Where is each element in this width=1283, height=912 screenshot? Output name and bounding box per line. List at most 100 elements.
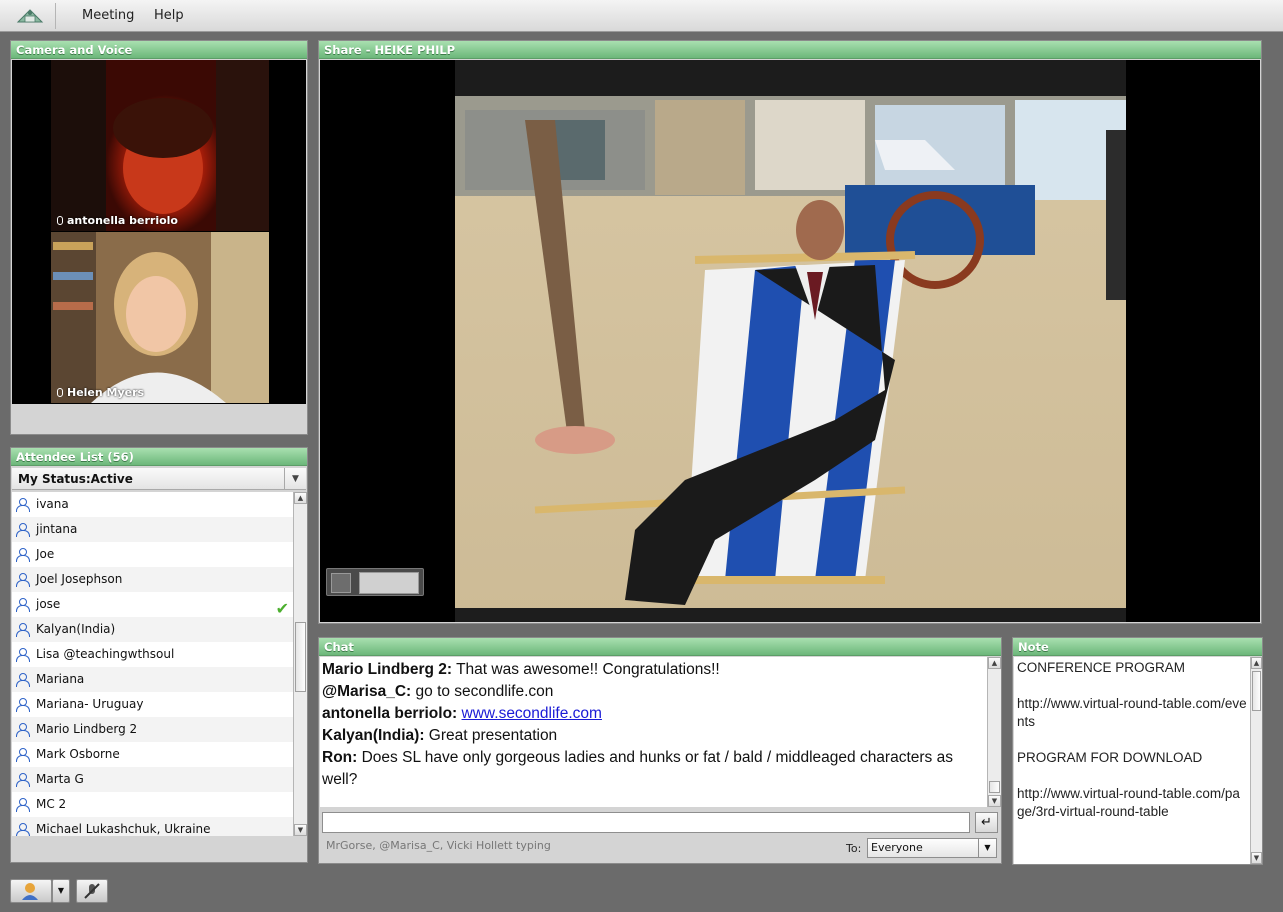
video-antonella[interactable]: antonella berriolo [51,60,269,231]
attendee-row[interactable]: Marta G [12,767,293,792]
user-icon [16,748,30,762]
recipient-dropdown[interactable]: Everyone ▼ [867,838,997,858]
scroll-down-icon[interactable]: ▼ [1251,852,1262,864]
chat-text: That was awesome!! Congratulations!! [456,661,720,678]
user-icon [16,798,30,812]
scroll-thumb[interactable] [1252,671,1261,711]
sl-viewer-topbar [455,60,1126,96]
chevron-down-icon[interactable]: ▼ [284,468,306,489]
chat-message: Mario Lindberg 2: That was awesome!! Con… [322,659,985,681]
attendee-name: Mario Lindberg 2 [36,722,138,736]
chat-log: Mario Lindberg 2: That was awesome!! Con… [320,657,987,807]
attendee-row[interactable]: Lisa @teachingwthsoul [12,642,293,667]
user-icon [16,598,30,612]
user-icon [16,548,30,562]
attendee-name: Lisa @teachingwthsoul [36,647,175,661]
user-icon [16,523,30,537]
sl-viewer-bottombar [455,608,1126,622]
attendee-name: MC 2 [36,797,67,811]
attendee-name: Marta G [36,772,84,786]
user-icon [16,623,30,637]
attendee-row[interactable]: Mario Lindberg 2 [12,717,293,742]
attendee-name: Kalyan(India) [36,622,116,636]
mic-icon [57,388,63,397]
chat-text: Does SL have only gorgeous ladies and hu… [322,749,953,788]
chat-input[interactable] [322,812,970,833]
note-scrollbar[interactable]: ▲ ▼ [1250,657,1262,864]
share-view-controls [326,568,424,596]
camera-voice-panel: Camera and Voice antonella berriolo Hele… [10,40,308,435]
video-frame-image [51,232,269,403]
menu-help[interactable]: Help [154,8,184,23]
video-frame-image [51,60,269,231]
my-status-dropdown[interactable]: My Status:Active ▼ [12,468,306,490]
attendee-name: Joe [36,547,55,561]
scroll-thumb[interactable] [295,622,306,692]
view-mode-button[interactable] [359,572,419,594]
app-logo-button[interactable] [4,3,56,29]
recipient-value: Everyone [871,841,923,854]
user-icon [16,673,30,687]
scroll-down-icon[interactable]: ▼ [294,824,307,836]
chat-sender: Ron: [322,749,358,766]
video-helen[interactable]: Helen Myers [51,232,269,403]
attendee-row[interactable]: jose ✔ [12,592,293,618]
bottom-toolbar: ▼ [0,872,1283,912]
attendee-row[interactable]: jintana [12,517,293,542]
chat-text: Great presentation [428,727,558,744]
note-text[interactable]: CONFERENCE PROGRAM http://www.virtual-ro… [1014,657,1250,864]
attendee-name: Joel Josephson [36,572,123,586]
enter-icon: ↵ [981,815,992,830]
app-logo-icon [16,9,44,23]
participant-name: antonella berriolo [67,214,178,227]
participant-name: Helen Myers [67,386,145,399]
chat-link[interactable]: www.secondlife.com [462,705,602,722]
status-dropdown-button[interactable]: ▼ [52,879,70,903]
chevron-down-icon[interactable]: ▼ [978,839,996,857]
share-title: Share - HEIKE PHILP [319,41,1261,59]
scroll-up-icon[interactable]: ▲ [988,657,1001,669]
scroll-up-icon[interactable]: ▲ [294,492,307,504]
menu-meeting[interactable]: Meeting [82,8,134,23]
send-button[interactable]: ↵ [975,812,998,833]
mic-icon [57,216,63,225]
typing-indicator: MrGorse, @Marisa_C, Vicki Hollett typing [326,839,551,852]
attendee-name: Mark Osborne [36,747,120,761]
attendee-row[interactable]: MC 2 [12,792,293,817]
attendee-row[interactable]: Joe [12,542,293,567]
attendee-row[interactable]: Mariana- Uruguay [12,692,293,717]
mute-microphone-button[interactable] [76,879,108,903]
attendee-row[interactable]: Michael Lukashchuk, Ukraine [12,817,293,836]
attendee-row[interactable]: Kalyan(India) [12,617,293,642]
attendee-row[interactable]: Mariana [12,667,293,692]
chat-message: antonella berriolo: www.secondlife.com [322,703,985,725]
share-area[interactable] [320,60,1260,622]
chat-text: go to secondlife.con [415,683,554,700]
scroll-up-icon[interactable]: ▲ [1251,657,1262,669]
share-panel: Share - HEIKE PHILP [318,40,1262,624]
minimize-view-button[interactable] [331,573,351,593]
mic-muted-icon [84,883,100,899]
attendee-row[interactable]: Joel Josephson [12,567,293,592]
status-button[interactable] [10,879,52,903]
attendee-panel: Attendee List (56) My Status:Active ▼ iv… [10,447,308,863]
attendee-name: Michael Lukashchuk, Ukraine [36,822,211,836]
chat-message: Ron: Does SL have only gorgeous ladies a… [322,747,985,791]
attendee-scrollbar[interactable]: ▲ ▼ [293,492,307,836]
scroll-down-icon[interactable]: ▼ [988,795,1001,807]
user-icon [16,823,30,836]
shared-screen[interactable] [455,60,1126,622]
scroll-thumb[interactable] [989,781,1000,793]
camera-voice-title: Camera and Voice [11,41,307,59]
attendee-title: Attendee List (56) [11,448,307,466]
attendee-row[interactable]: Mark Osborne [12,742,293,767]
user-icon [16,498,30,512]
attendee-name: Mariana- Uruguay [36,697,144,711]
chat-panel: Chat Mario Lindberg 2: That was awesome!… [318,637,1002,864]
chat-sender: Mario Lindberg 2: [322,661,453,678]
camera-area: antonella berriolo Helen Myers [12,60,306,404]
chat-scrollbar[interactable]: ▲ ▼ [987,657,1001,807]
attendee-name: jintana [36,522,78,536]
chat-sender: Kalyan(India): [322,727,425,744]
attendee-row[interactable]: ivana [12,492,293,517]
